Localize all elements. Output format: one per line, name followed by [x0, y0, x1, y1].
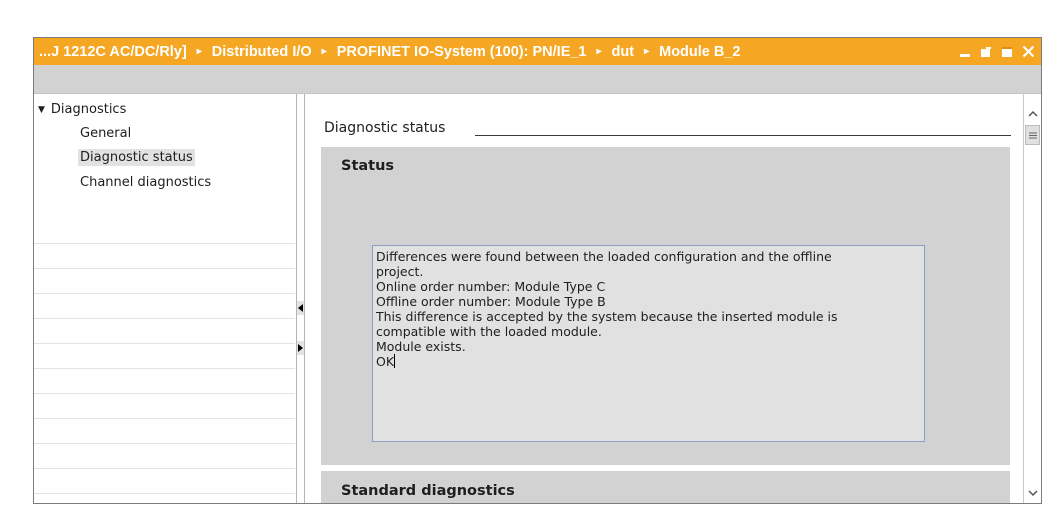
- breadcrumb-separator-icon: ▸: [644, 46, 650, 57]
- maximize-icon[interactable]: [1000, 45, 1014, 59]
- nav-empty-row: [34, 468, 295, 494]
- scroll-up-button[interactable]: [1025, 106, 1040, 122]
- expand-triangle-icon[interactable]: ▼: [38, 105, 45, 115]
- scroll-down-button[interactable]: [1025, 485, 1040, 501]
- toolbar: [34, 65, 1041, 94]
- vertical-scrollbar[interactable]: [1023, 94, 1041, 503]
- breadcrumb-separator-icon: ▸: [596, 46, 602, 57]
- breadcrumb-module[interactable]: Module B_2: [659, 44, 740, 60]
- title-bar: ...J 1212C AC/DC/Rly] ▸ Distributed I/O …: [34, 38, 1041, 65]
- chevron-down-icon: [1027, 490, 1038, 497]
- text-caret: [394, 354, 396, 368]
- nav-empty-row: [34, 243, 295, 269]
- nav-empty-row: [34, 293, 295, 319]
- status-panel-title: Status: [341, 158, 395, 174]
- section-divider: [475, 135, 1011, 136]
- scroll-thumb[interactable]: [1025, 125, 1040, 145]
- nav-item-channel-diagnostics[interactable]: Channel diagnostics: [78, 174, 213, 191]
- arrow-right-icon: [298, 344, 303, 352]
- nav-empty-row: [34, 443, 295, 469]
- nav-group-label: Diagnostics: [50, 102, 127, 117]
- breadcrumb-dut[interactable]: dut: [612, 44, 635, 60]
- nav-group-diagnostics[interactable]: ▼ Diagnostics: [38, 102, 126, 117]
- standard-diagnostics-panel: Standard diagnostics: [321, 471, 1010, 503]
- breadcrumb-cpu[interactable]: ...J 1212C AC/DC/Rly]: [39, 44, 187, 60]
- nav-empty-row: [34, 318, 295, 344]
- close-icon[interactable]: [1021, 45, 1035, 59]
- minimize-icon[interactable]: [958, 45, 972, 59]
- panel-splitter[interactable]: [296, 94, 305, 503]
- nav-empty-row: [34, 368, 295, 394]
- breadcrumb-separator-icon: ▸: [321, 46, 327, 57]
- navigation-tree: ▼ Diagnostics General Diagnostic status …: [34, 94, 295, 503]
- section-title: Diagnostic status: [324, 120, 446, 136]
- arrow-left-icon: [298, 304, 303, 312]
- editor-window: ...J 1212C AC/DC/Rly] ▸ Distributed I/O …: [33, 37, 1042, 504]
- nav-empty-row: [34, 393, 295, 419]
- status-text: Differences were found between the loade…: [376, 249, 838, 369]
- breadcrumb-profinet-system[interactable]: PROFINET IO-System (100): PN/IE_1: [337, 44, 587, 60]
- nav-empty-row: [34, 268, 295, 294]
- collapse-left-button[interactable]: [297, 301, 304, 315]
- nav-empty-row: [34, 418, 295, 444]
- breadcrumb-separator-icon: ▸: [196, 46, 202, 57]
- breadcrumb: ...J 1212C AC/DC/Rly] ▸ Distributed I/O …: [34, 44, 740, 60]
- grip-icon: [1028, 132, 1037, 138]
- nav-empty-row: [34, 343, 295, 369]
- status-panel: Status Differences were found between th…: [321, 147, 1010, 465]
- inspector-content: Diagnostic status Status Differences wer…: [308, 94, 1022, 503]
- breadcrumb-distributed-io[interactable]: Distributed I/O: [212, 44, 312, 60]
- expand-right-button[interactable]: [297, 341, 304, 355]
- standard-diagnostics-title: Standard diagnostics: [341, 483, 515, 499]
- restore-icon[interactable]: [979, 45, 993, 59]
- window-controls: [958, 38, 1035, 65]
- nav-empty-row: [34, 218, 295, 244]
- nav-item-diagnostic-status[interactable]: Diagnostic status: [78, 149, 195, 166]
- chevron-up-icon: [1027, 110, 1038, 117]
- status-textbox[interactable]: Differences were found between the loade…: [372, 245, 925, 442]
- nav-item-general[interactable]: General: [78, 125, 133, 142]
